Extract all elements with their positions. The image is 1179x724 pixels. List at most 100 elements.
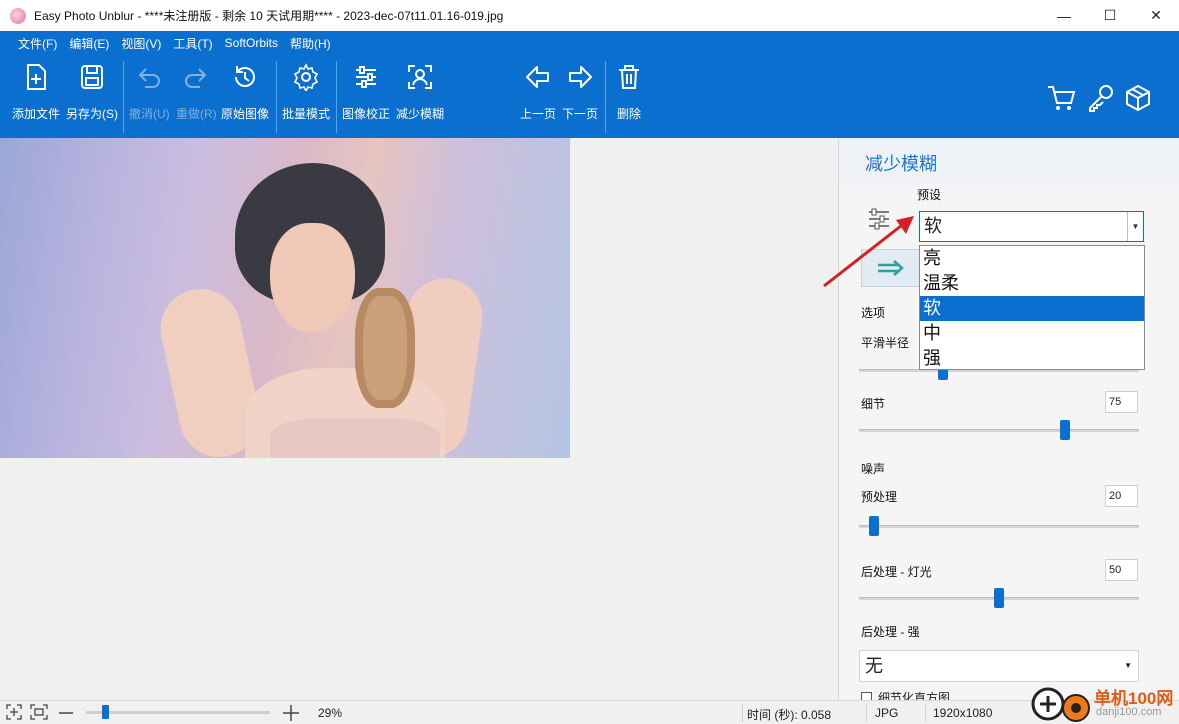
undo-icon <box>138 68 161 88</box>
detail-label: 细节 <box>861 397 886 411</box>
post-strong-select[interactable]: 无 ▼ <box>859 650 1139 682</box>
toolbar: 添加文件 另存为(S) 撤消(U) 重做(R) 原始图像 批量模式 图像校正 减… <box>0 57 1179 137</box>
preprocess-slider[interactable] <box>859 525 1139 528</box>
save-as-button[interactable]: 另存为(S) <box>66 63 118 122</box>
add-file-button[interactable]: 添加文件 <box>12 63 60 122</box>
unblur-label: 减少模糊 <box>396 107 445 121</box>
image-correction-button[interactable]: 图像校正 <box>342 63 390 122</box>
menu-softorbits[interactable]: SoftOrbits <box>219 36 284 50</box>
chevron-down-icon: ▼ <box>1127 212 1143 241</box>
watermark-subtext: danji100.com <box>1096 706 1162 718</box>
trash-icon <box>619 65 639 89</box>
prev-page-label: 上一页 <box>520 107 557 121</box>
redo-label: 重做(R) <box>176 107 217 121</box>
key-icon[interactable] <box>1086 83 1116 113</box>
arrow-right-icon <box>569 66 592 88</box>
photo-preview <box>0 138 570 458</box>
panel-title: 减少模糊 <box>865 154 937 174</box>
image-correction-label: 图像校正 <box>342 107 391 121</box>
face-focus-icon <box>408 65 432 89</box>
zoom-out-icon[interactable] <box>58 705 74 721</box>
post-strong-label: 后处理 - 强 <box>861 625 920 639</box>
preset-option-selected[interactable]: 软 <box>920 296 1144 321</box>
toolbar-divider <box>276 61 277 133</box>
add-file-icon <box>27 64 46 90</box>
delete-label: 删除 <box>616 107 641 121</box>
maximize-button[interactable]: ☐ <box>1087 0 1133 31</box>
toolbar-divider <box>123 61 124 133</box>
toolbar-divider <box>605 61 606 133</box>
toolbar-divider <box>336 61 337 133</box>
arrow-left-icon <box>526 66 549 88</box>
batch-mode-label: 批量模式 <box>282 107 331 121</box>
menu-help[interactable]: 帮助(H) <box>284 35 337 52</box>
fit-window-icon[interactable] <box>30 704 48 720</box>
preset-select[interactable]: 软 ▼ <box>919 211 1144 242</box>
close-button[interactable]: ✕ <box>1133 0 1179 31</box>
post-strong-value: 无 <box>865 656 883 676</box>
delete-button[interactable]: 删除 <box>615 63 643 122</box>
status-divider <box>925 704 926 722</box>
menu-tools[interactable]: 工具(T) <box>167 35 218 52</box>
preprocess-label: 预处理 <box>861 490 898 504</box>
options-label: 选项 <box>861 306 886 320</box>
redo-button[interactable]: 重做(R) <box>176 63 217 122</box>
cart-icon[interactable] <box>1046 83 1076 113</box>
undo-button[interactable]: 撤消(U) <box>129 63 170 122</box>
zoom-in-icon[interactable] <box>282 704 300 722</box>
preset-label: 预设 <box>917 188 942 202</box>
prev-page-button[interactable]: 上一页 <box>520 63 556 122</box>
sliders-icon <box>356 66 376 88</box>
status-bar: 29% 时间 (秒): 0.058 JPG 1920x1080 <box>0 700 1179 724</box>
minimize-button[interactable]: — <box>1041 0 1087 31</box>
status-divider <box>742 704 743 722</box>
next-page-label: 下一页 <box>562 107 599 121</box>
save-icon <box>81 65 103 89</box>
unblur-button[interactable]: 减少模糊 <box>396 63 444 122</box>
detail-value[interactable]: 75 <box>1105 391 1138 413</box>
preset-option[interactable]: 温柔 <box>920 271 1144 296</box>
preprocess-thumb[interactable] <box>869 516 879 536</box>
zoom-slider-thumb[interactable] <box>102 705 109 719</box>
history-icon <box>235 66 255 87</box>
zoom-level: 29% <box>318 706 343 720</box>
undo-label: 撤消(U) <box>129 107 170 121</box>
save-as-label: 另存为(S) <box>66 107 118 121</box>
menu-file[interactable]: 文件(F) <box>12 35 63 52</box>
preset-option[interactable]: 中 <box>920 321 1144 346</box>
zoom-fit-icon[interactable] <box>6 704 22 720</box>
chevron-down-icon: ▼ <box>1124 661 1132 670</box>
next-page-button[interactable]: 下一页 <box>562 63 598 122</box>
menu-bar: 文件(F) 编辑(E) 视图(V) 工具(T) SoftOrbits 帮助(H) <box>0 31 337 55</box>
box-icon[interactable] <box>1123 83 1153 113</box>
noise-label: 噪声 <box>861 462 886 476</box>
original-image-label: 原始图像 <box>221 107 270 121</box>
menu-view[interactable]: 视图(V) <box>115 35 167 52</box>
file-format: JPG <box>875 706 899 720</box>
time-readout: 时间 (秒): 0.058 <box>747 708 832 722</box>
status-divider <box>866 704 867 722</box>
title-bar: Easy Photo Unblur - ****未注册版 - 剩余 10 天试用… <box>0 0 1179 31</box>
menu-edit[interactable]: 编辑(E) <box>63 35 115 52</box>
window-title: Easy Photo Unblur - ****未注册版 - 剩余 10 天试用… <box>34 9 504 23</box>
detail-thumb[interactable] <box>1060 420 1070 440</box>
post-light-thumb[interactable] <box>994 588 1004 608</box>
preset-dropdown-list: 亮 温柔 软 中 强 <box>919 245 1145 370</box>
preset-option[interactable]: 亮 <box>920 246 1144 271</box>
panel-header: 减少模糊 <box>839 138 1179 184</box>
detail-slider[interactable] <box>859 429 1139 432</box>
image-canvas[interactable] <box>0 138 838 700</box>
watermark-record-icon <box>1062 694 1090 722</box>
preset-option[interactable]: 强 <box>920 346 1144 371</box>
post-light-value[interactable]: 50 <box>1105 559 1138 581</box>
original-image-button[interactable]: 原始图像 <box>221 63 269 122</box>
redo-icon <box>185 68 207 88</box>
smooth-radius-label: 平滑半径 <box>861 336 910 350</box>
ribbon: 文件(F) 编辑(E) 视图(V) 工具(T) SoftOrbits 帮助(H)… <box>0 31 1179 138</box>
preprocess-value[interactable]: 20 <box>1105 485 1138 507</box>
zoom-slider[interactable] <box>86 711 270 714</box>
batch-mode-button[interactable]: 批量模式 <box>282 63 330 122</box>
watermark-logo: 单机100网 danji100.com <box>1030 684 1178 724</box>
add-file-label: 添加文件 <box>12 107 61 121</box>
app-icon <box>10 7 26 24</box>
